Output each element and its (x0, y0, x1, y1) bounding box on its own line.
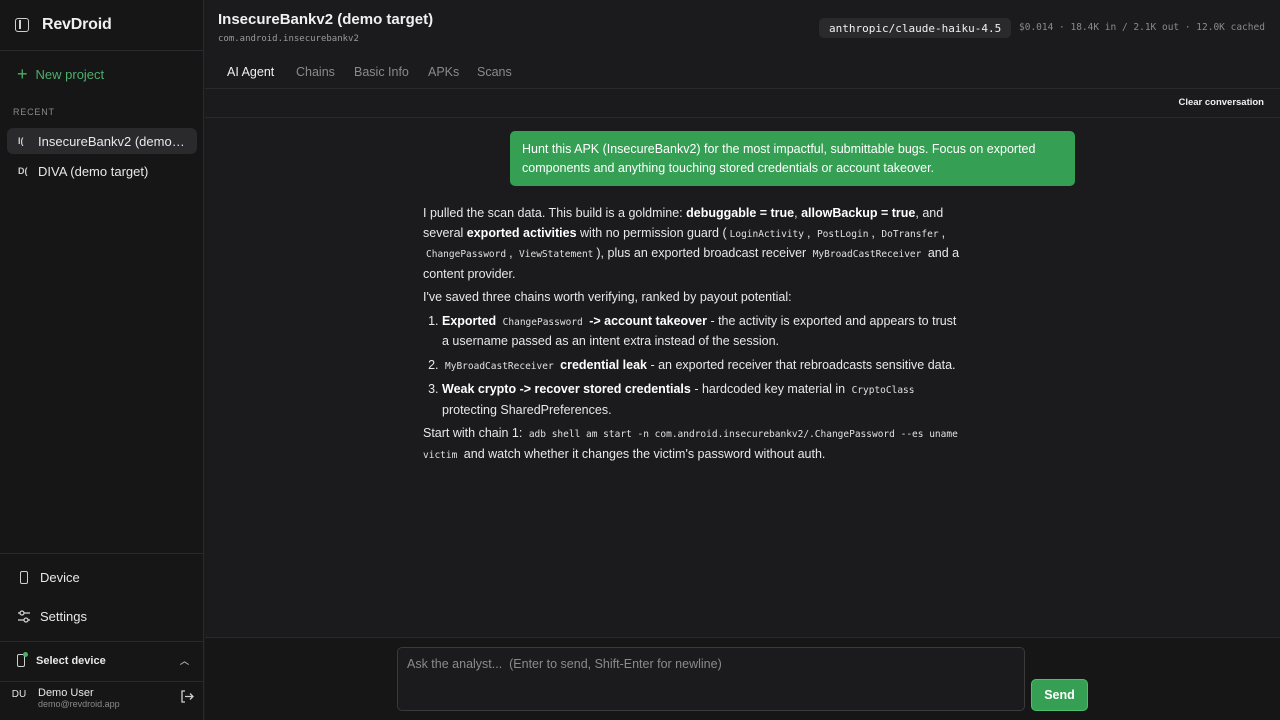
logout-icon[interactable] (180, 690, 194, 706)
composer-area: Send (205, 637, 1280, 720)
new-project-button[interactable]: + New project (17, 64, 105, 84)
inline-code: PostLogin (816, 228, 869, 240)
inline-code: MyBroadCastReceiver (812, 249, 922, 260)
device-label: Device (40, 570, 80, 585)
tab-scans[interactable]: Scans (477, 65, 512, 79)
text: with no permission guard ( (576, 225, 727, 240)
chevron-up-icon: ︿ (179, 656, 189, 666)
list-item: Exported ChangePassword -> account takeo… (442, 312, 963, 352)
tab-bar: AI Agent Chains Basic Info APKs Scans (205, 51, 1280, 89)
inline-code: ViewStatement (519, 249, 594, 260)
avatar: DU (11, 688, 27, 700)
inline-code: ChangePassword (426, 249, 507, 260)
sidebar-item-insecurebankv2[interactable]: I( InsecureBankv2 (demo target) (7, 128, 197, 154)
bold-text: -> account takeover (585, 313, 707, 328)
text: protecting SharedPreferences. (442, 402, 612, 417)
plus-icon: + (17, 64, 28, 84)
divider (0, 641, 204, 642)
bold-text: Weak crypto -> recover stored credential… (442, 382, 691, 396)
message-input[interactable] (397, 647, 1025, 711)
phone-icon (17, 571, 31, 584)
text: and watch whether it changes the victim'… (460, 446, 826, 461)
bold-text: allowBackup = true (801, 206, 916, 220)
assistant-paragraph: Start with chain 1: adb shell am start -… (423, 424, 963, 465)
sliders-icon (17, 610, 31, 623)
main-panel: InsecureBankv2 (demo target) com.android… (205, 0, 1280, 720)
settings-label: Settings (40, 609, 87, 624)
text: I pulled the scan data. This build is a … (423, 206, 687, 220)
user-email: demo@revdroid.app (38, 699, 120, 709)
tab-ai-agent[interactable]: AI Agent (227, 65, 274, 79)
bold-text: Exported (442, 313, 500, 328)
list-item: Weak crypto -> recover stored credential… (442, 380, 963, 420)
sidebar-item-settings[interactable]: Settings (17, 609, 87, 624)
model-badge[interactable]: anthropic/claude-haiku-4.5 (819, 18, 1012, 38)
inline-code: CryptoClass (851, 385, 915, 396)
user-name: Demo User (38, 687, 94, 699)
select-device-button[interactable]: Select device ︿ (17, 652, 189, 667)
list-item: MyBroadCastReceiver credential leak - an… (442, 356, 963, 377)
inline-code: LoginActivity (729, 228, 804, 240)
clear-conversation-button[interactable]: Clear conversation (1178, 97, 1264, 108)
chain-list: Exported ChangePassword -> account takeo… (442, 312, 963, 421)
project-initials: I( (18, 136, 24, 146)
user-profile: DU Demo User demo@revdroid.app (8, 687, 194, 709)
project-initials: D( (18, 166, 28, 176)
tab-apks[interactable]: APKs (428, 65, 459, 79)
app-name: RevDroid (42, 16, 112, 33)
user-message: Hunt this APK (InsecureBankv2) for the m… (510, 131, 1075, 186)
sidebar: RevDroid + New project RECENT I( Insecur… (0, 0, 204, 720)
sidebar-item-device[interactable]: Device (17, 570, 80, 585)
sidebar-toggle-icon[interactable] (15, 18, 29, 32)
bold-text: debuggable = true (686, 206, 795, 220)
page-title: InsecureBankv2 (demo target) (218, 11, 434, 28)
tab-basic-info[interactable]: Basic Info (354, 65, 409, 79)
divider (0, 553, 204, 554)
project-name: DIVA (demo target) (38, 163, 149, 179)
inline-code: MyBroadCastReceiver (445, 360, 554, 372)
text: Start with chain 1: (423, 426, 526, 440)
inline-code: ChangePassword (502, 316, 583, 328)
divider (0, 681, 204, 682)
brand-header: RevDroid (0, 0, 204, 51)
select-device-label: Select device (36, 654, 106, 667)
bold-text: exported activities (466, 225, 577, 240)
package-name: com.android.insecurebankv2 (218, 34, 359, 44)
text: - an exported receiver that rebroadcasts… (647, 357, 956, 372)
tab-chains[interactable]: Chains (296, 65, 335, 79)
sidebar-item-diva[interactable]: D( DIVA (demo target) (7, 158, 197, 184)
text: - hardcoded key material in (690, 382, 849, 396)
recent-label: RECENT (13, 107, 55, 117)
inline-code: DoTransfer (881, 228, 939, 240)
bold-text: credential leak (556, 357, 647, 372)
chat-log: Hunt this APK (InsecureBankv2) for the m… (205, 118, 1280, 637)
new-project-label: New project (35, 66, 105, 82)
text: , (941, 225, 946, 240)
text: , (509, 246, 517, 260)
send-button[interactable]: Send (1031, 679, 1088, 711)
chat-toolbar: Clear conversation (205, 89, 1280, 118)
assistant-message: I pulled the scan data. This build is a … (423, 204, 963, 469)
usage-stats: $0.014 · 18.4K in / 2.1K out · 12.0K cac… (1019, 22, 1265, 33)
text: , (806, 225, 814, 240)
project-name: InsecureBankv2 (demo target) (38, 133, 186, 149)
assistant-paragraph: I've saved three chains worth verifying,… (423, 290, 792, 304)
text: ), plus an exported broadcast receiver (596, 246, 810, 260)
assistant-paragraph: I pulled the scan data. This build is a … (423, 204, 963, 284)
device-status-icon (17, 652, 28, 667)
